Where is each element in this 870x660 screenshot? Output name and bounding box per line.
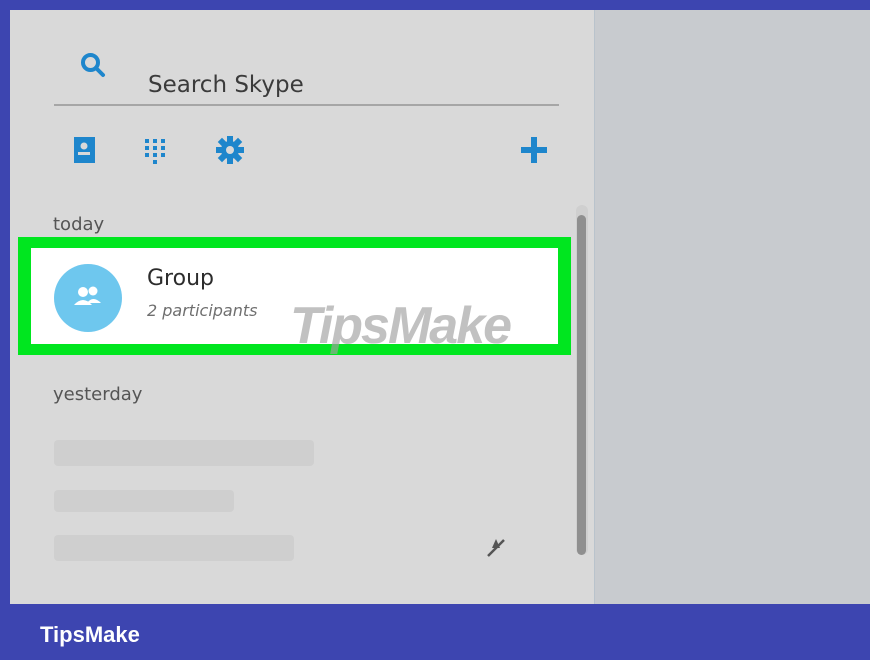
muted-notification-icon <box>487 539 505 557</box>
avatar <box>54 264 122 332</box>
blurred-conversation <box>54 440 314 466</box>
group-avatar-icon <box>74 286 101 305</box>
contacts-icon[interactable] <box>66 134 98 166</box>
scrollbar-thumb[interactable] <box>577 215 586 555</box>
conversation-subtitle: 2 participants <box>147 301 258 320</box>
blurred-conversation <box>54 535 294 561</box>
section-today: today <box>53 214 105 235</box>
search-icon[interactable] <box>80 52 106 78</box>
watermark: TipsMake <box>290 297 512 355</box>
footer-brand: TipsMake <box>40 622 140 647</box>
conversation-pane <box>594 10 870 604</box>
search-bar[interactable]: Search Skype <box>64 38 569 108</box>
section-yesterday: yesterday <box>53 384 143 405</box>
brand-footer: TipsMake <box>0 604 870 660</box>
settings-icon[interactable] <box>214 134 246 166</box>
add-icon[interactable] <box>518 134 550 166</box>
skype-window: Search Skype today Group 2 participants … <box>10 10 870 604</box>
search-divider <box>54 104 559 106</box>
dialpad-icon[interactable] <box>139 134 171 166</box>
blurred-conversation <box>54 490 234 512</box>
search-input[interactable]: Search Skype <box>148 72 304 98</box>
conversation-title: Group <box>147 266 214 291</box>
